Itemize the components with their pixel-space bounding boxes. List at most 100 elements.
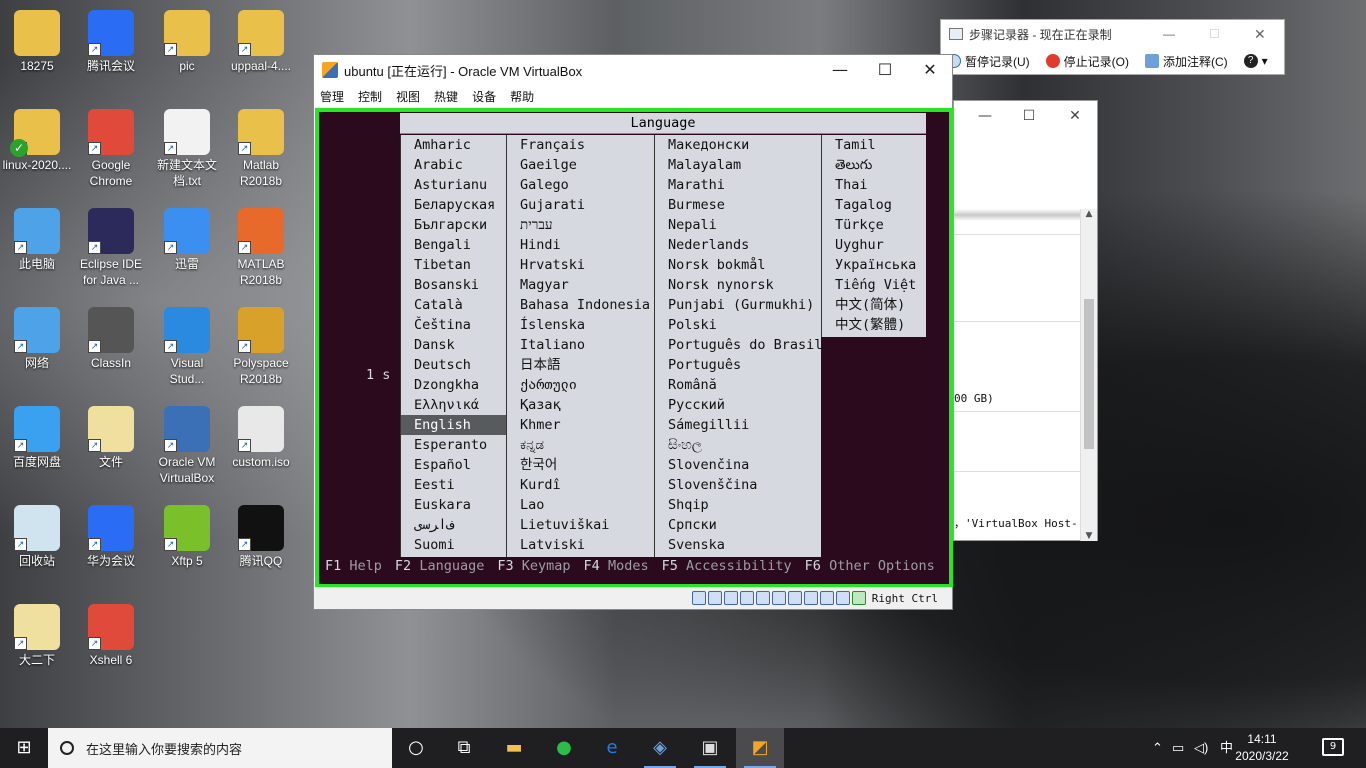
desktop-icon[interactable]: ↗ Xshell 6	[74, 600, 148, 694]
search-box[interactable]: 在这里输入你要搜索的内容	[48, 728, 392, 768]
desktop-icon[interactable]: ↗ Polyspace R2018b	[224, 303, 298, 397]
notification-center-button[interactable]: 9	[1322, 738, 1344, 756]
taskbar-edge[interactable]: e	[588, 728, 636, 768]
language-option[interactable]: Ελληνικά	[401, 395, 506, 415]
minimize-button[interactable]: —	[817, 55, 863, 85]
network-icon[interactable]	[739, 591, 754, 605]
language-option[interactable]: 中文(繁體)	[822, 315, 926, 335]
maximize-button[interactable]: ☐	[862, 55, 908, 85]
language-option[interactable]: Lietuviškai	[507, 515, 654, 535]
desktop-icon[interactable]: ↗ Matlab R2018b	[224, 105, 298, 199]
language-option[interactable]: Arabic	[401, 155, 506, 175]
video-capture-icon[interactable]	[803, 591, 818, 605]
menu-item[interactable]: 热键	[434, 88, 458, 105]
language-option[interactable]: Deutsch	[401, 355, 506, 375]
language-option[interactable]: Tamil	[822, 135, 926, 155]
language-option[interactable]: Bosanski	[401, 275, 506, 295]
language-option[interactable]: Gujarati	[507, 195, 654, 215]
function-key-option[interactable]: F6 Other Options	[805, 558, 935, 574]
desktop-icon[interactable]: ↗ Oracle VM VirtualBox	[150, 402, 224, 496]
shared-folders-icon[interactable]	[771, 591, 786, 605]
optical-drive-icon[interactable]	[707, 591, 722, 605]
desktop-icon[interactable]: ↗ Google Chrome	[74, 105, 148, 199]
maximize-icon[interactable]: ☐	[1006, 101, 1052, 131]
language-option[interactable]: עברית	[507, 215, 654, 235]
language-option[interactable]: Íslenska	[507, 315, 654, 335]
desktop-icon[interactable]: ↗ MATLAB R2018b	[224, 204, 298, 298]
clock[interactable]: 14:11 2020/3/22	[1232, 731, 1292, 765]
language-option[interactable]: Euskara	[401, 495, 506, 515]
language-option[interactable]: Suomi	[401, 535, 506, 555]
close-icon[interactable]: ✕	[1254, 26, 1266, 43]
network-tray-icon[interactable]: ▭	[1172, 728, 1184, 768]
desktop-icon[interactable]: ↗ Eclipse IDE for Java ...	[74, 204, 148, 298]
desktop-icon[interactable]: ↗ 腾讯会议	[74, 6, 148, 100]
language-option[interactable]: Polski	[655, 315, 821, 335]
minimize-icon[interactable]: —	[1163, 27, 1175, 41]
mouse-integration-icon[interactable]	[835, 591, 850, 605]
language-option[interactable]: Français	[507, 135, 654, 155]
language-option[interactable]: Malayalam	[655, 155, 821, 175]
language-option[interactable]: Esperanto	[401, 435, 506, 455]
language-option[interactable]: Burmese	[655, 195, 821, 215]
language-option[interactable]: Dansk	[401, 335, 506, 355]
desktop-icon[interactable]: ↗ 大二下	[0, 600, 74, 694]
desktop-icon[interactable]: ↗ pic	[150, 6, 224, 100]
language-option[interactable]: Slovenščina	[655, 475, 821, 495]
language-option[interactable]: Hrvatski	[507, 255, 654, 275]
show-hidden-icons[interactable]: ⌃	[1152, 728, 1163, 768]
virtualization-icon[interactable]	[819, 591, 834, 605]
function-key-option[interactable]: F3 Keymap	[497, 558, 570, 574]
language-option[interactable]: ಕನ್ನಡ	[507, 435, 654, 455]
desktop-icon[interactable]: 18275	[0, 6, 74, 100]
language-option[interactable]: Tibetan	[401, 255, 506, 275]
desktop-icon[interactable]: ↗ ClassIn	[74, 303, 148, 397]
close-button[interactable]: ✕	[907, 55, 953, 85]
taskbar-file-explorer[interactable]: ▬	[490, 728, 538, 768]
function-key-option[interactable]: F5 Accessibility	[662, 558, 792, 574]
language-option[interactable]: Sámegillii	[655, 415, 821, 435]
desktop-icon[interactable]: ↗ 文件	[74, 402, 148, 496]
language-option[interactable]: Thai	[822, 175, 926, 195]
language-option[interactable]: Khmer	[507, 415, 654, 435]
add-comment-button[interactable]: 添加注释(C)	[1145, 53, 1228, 70]
display-icon[interactable]	[787, 591, 802, 605]
taskbar-vm-window[interactable]: ▣	[686, 728, 734, 768]
taskbar-virtualbox[interactable]: ◈	[636, 728, 684, 768]
menu-item[interactable]: 控制	[358, 88, 382, 105]
usb-icon[interactable]	[755, 591, 770, 605]
stop-record-button[interactable]: 停止记录(O)	[1045, 53, 1129, 70]
desktop-icon[interactable]: ↗ 腾讯QQ	[224, 501, 298, 595]
desktop-icon[interactable]: ↗ Visual Stud...	[150, 303, 224, 397]
audio-icon[interactable]	[723, 591, 738, 605]
function-key-option[interactable]: F2 Language	[395, 558, 484, 574]
taskbar-wechat[interactable]: ●	[540, 728, 588, 768]
language-option[interactable]: 中文(简体)	[822, 295, 926, 315]
volume-icon[interactable]: ◁)	[1194, 728, 1208, 768]
language-option[interactable]: Slovenčina	[655, 455, 821, 475]
scrollbar[interactable]: ▲ ▼	[1080, 209, 1097, 541]
desktop-icon[interactable]: ↗ 此电脑	[0, 204, 74, 298]
language-option[interactable]: Українська	[822, 255, 926, 275]
language-option[interactable]: Italiano	[507, 335, 654, 355]
close-icon[interactable]: ✕	[1052, 101, 1098, 131]
language-option[interactable]: Kurdî	[507, 475, 654, 495]
language-option[interactable]: Latviski	[507, 535, 654, 555]
language-option[interactable]: తెలుగు	[822, 155, 926, 175]
language-option[interactable]: ქართული	[507, 375, 654, 395]
language-option[interactable]: Català	[401, 295, 506, 315]
language-option[interactable]: Eesti	[401, 475, 506, 495]
language-option[interactable]: Norsk nynorsk	[655, 275, 821, 295]
language-option[interactable]: Português do Brasil	[655, 335, 822, 355]
desktop-icon[interactable]: ↗ 新建文本文 档.txt	[150, 105, 224, 199]
help-button[interactable]: ? ▾	[1243, 54, 1268, 68]
language-option[interactable]: Nederlands	[655, 235, 821, 255]
function-key-option[interactable]: F4 Modes	[584, 558, 649, 574]
language-option[interactable]: Română	[655, 375, 821, 395]
language-option[interactable]: Asturianu	[401, 175, 506, 195]
desktop-icon[interactable]: ↗ custom.iso	[224, 402, 298, 496]
language-option[interactable]: Bengali	[401, 235, 506, 255]
language-option[interactable]: Bahasa Indonesia	[507, 295, 654, 315]
language-option[interactable]: Čeština	[401, 315, 506, 335]
desktop-icon[interactable]: ↗ 百度网盘	[0, 402, 74, 496]
